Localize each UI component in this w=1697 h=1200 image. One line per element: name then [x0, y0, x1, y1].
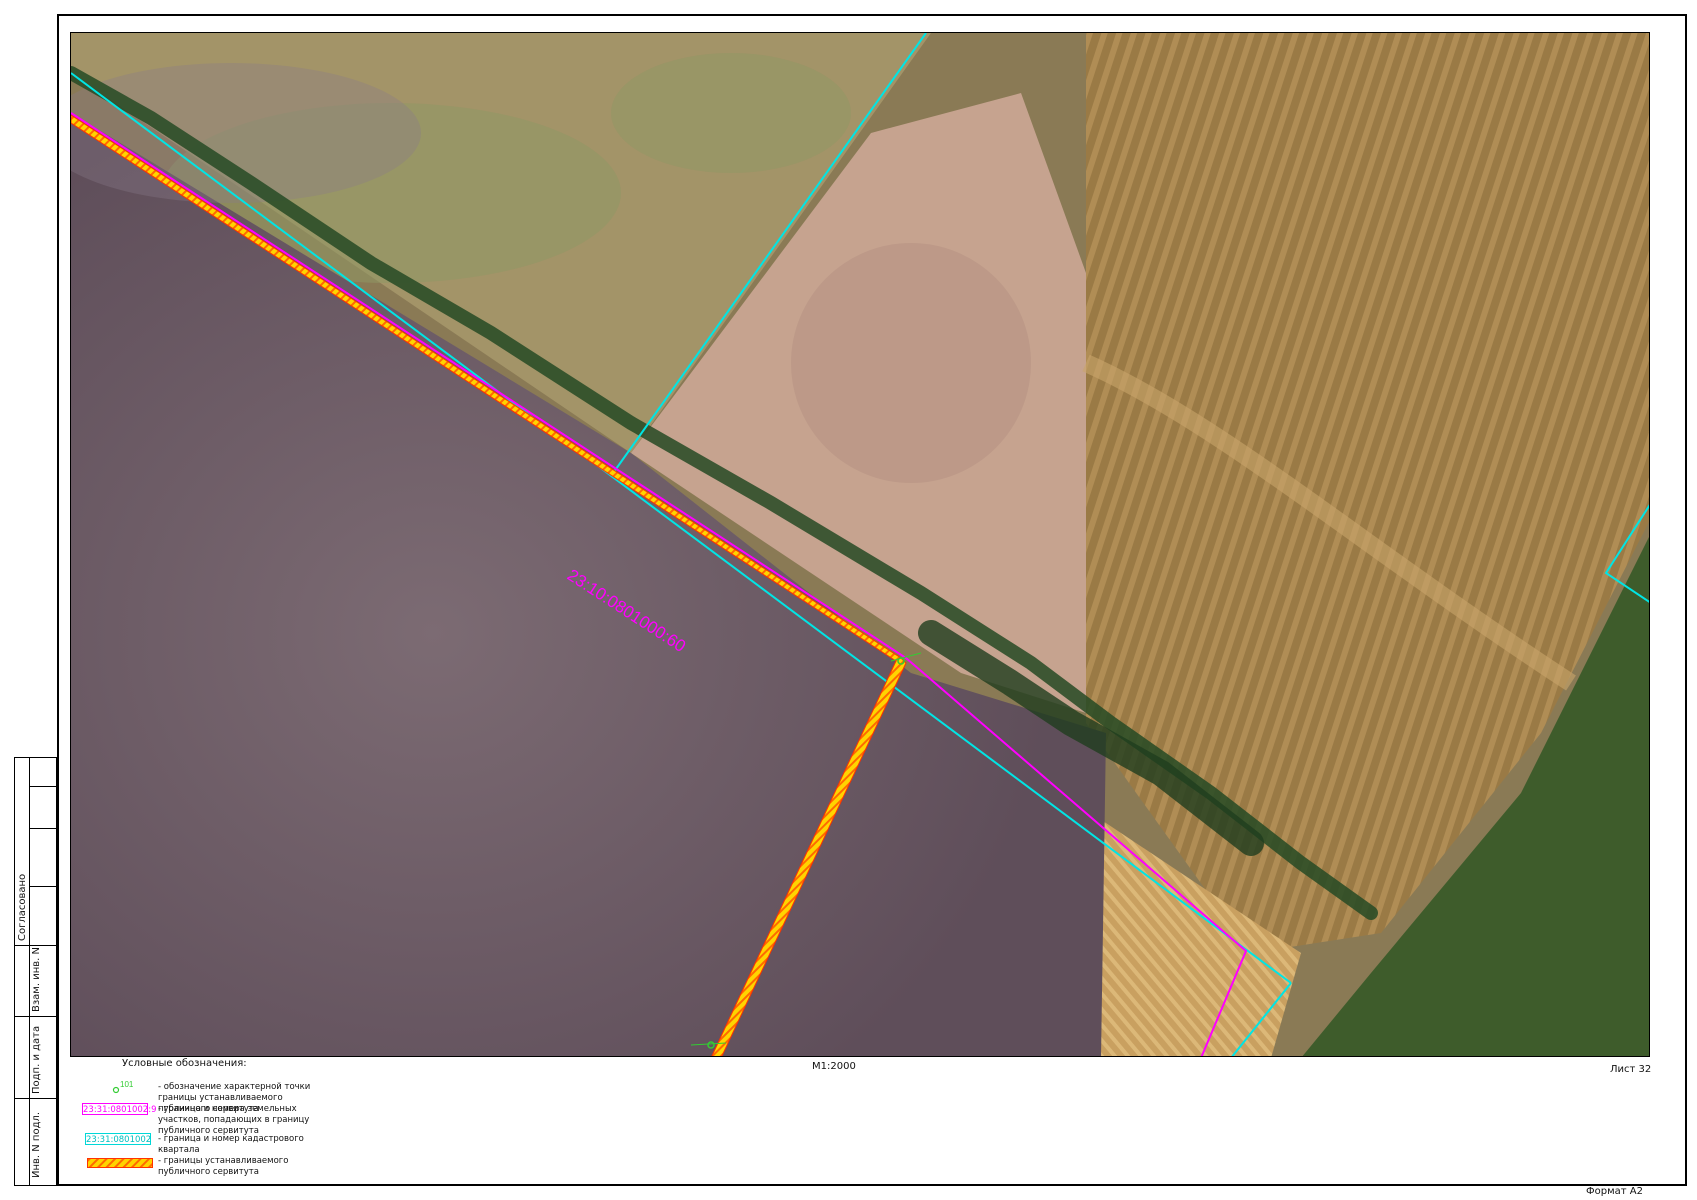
point-marker-icon: 101	[112, 1080, 134, 1094]
servitude-zone-description: - границы устанавливаемого публичного се…	[158, 1156, 289, 1177]
paper-format: Формат А2	[1586, 1186, 1643, 1197]
stamp-agreed-label: Согласовано	[17, 873, 28, 941]
side-approval-stamp: Согласовано Взам. инв. N Подп. и дата Ин…	[14, 757, 57, 1186]
parcel-boundary-swatch: 23:31:0801002:9	[82, 1103, 157, 1115]
quarter-boundary-swatch: 23:31:0801002	[85, 1133, 152, 1145]
map-canvas[interactable]: 23:10:0801000:60	[71, 33, 1650, 1057]
servitude-zone-swatch	[87, 1158, 153, 1168]
legend-title: Условные обозначения:	[122, 1058, 247, 1069]
stamp-sign-date-label: Подп. и дата	[31, 1025, 42, 1094]
point-marker-sample: 101	[112, 1080, 142, 1100]
stamp-replaced-inv-label: Взам. инв. N	[31, 947, 42, 1012]
point-number-sample: 101	[120, 1080, 134, 1089]
parcel-boundary-description: - граница и номера земельных участков, п…	[158, 1104, 310, 1136]
map-scale: М1:2000	[812, 1061, 856, 1072]
sheet-number: Лист 32	[1610, 1064, 1652, 1075]
satellite-map-view[interactable]: 23:10:0801000:60	[70, 32, 1650, 1057]
quarter-boundary-description: - граница и номер кадастрового квартала	[158, 1134, 304, 1155]
stamp-inv-orig-label: Инв. N подл.	[31, 1111, 42, 1178]
